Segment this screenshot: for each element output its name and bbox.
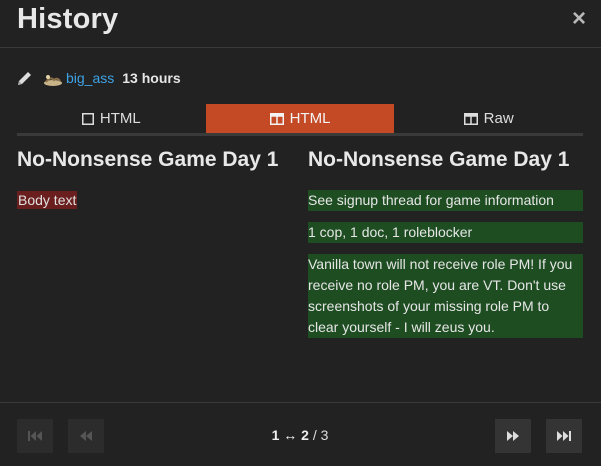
skip-last-icon xyxy=(557,431,571,441)
split-columns-icon xyxy=(269,112,284,125)
split-columns-icon xyxy=(463,112,478,125)
tab-side-by-side-html[interactable]: HTML xyxy=(205,104,395,133)
tab-label: HTML xyxy=(289,110,331,127)
inserted-paragraph: See signup thread for game information xyxy=(308,190,583,211)
skip-first-icon xyxy=(28,431,42,441)
tab-inline-html[interactable]: HTML xyxy=(17,104,206,133)
tab-label: Raw xyxy=(483,110,514,127)
inserted-paragraph: 1 cop, 1 doc, 1 roleblocker xyxy=(308,222,583,243)
dialog-title: History xyxy=(17,3,119,35)
previous-version-pane: No-Nonsense Game Day 1 Body text xyxy=(17,147,292,210)
tab-raw[interactable]: Raw xyxy=(394,104,583,133)
revision-navigation: 1 ↔ 2 / 3 xyxy=(0,402,601,466)
current-title: No-Nonsense Game Day 1 xyxy=(308,148,570,171)
square-icon xyxy=(81,112,94,125)
next-revision-button[interactable] xyxy=(495,419,531,453)
total-revisions: 3 xyxy=(320,427,329,443)
previous-title: No-Nonsense Game Day 1 xyxy=(17,148,279,171)
current-revision: 1 xyxy=(271,427,280,443)
revision-meta: big_ass 13 hours xyxy=(16,66,181,90)
last-revision-button[interactable] xyxy=(546,419,582,453)
current-version-pane: No-Nonsense Game Day 1 See signup thread… xyxy=(308,147,583,349)
rewind-icon xyxy=(80,431,92,441)
deleted-text: Body text xyxy=(17,191,78,209)
target-revision: 2 xyxy=(301,427,309,443)
avatar[interactable] xyxy=(42,68,64,88)
fast-forward-icon xyxy=(507,431,519,441)
view-mode-tabs: HTML HTML Raw xyxy=(17,104,583,136)
tab-label: HTML xyxy=(99,110,141,127)
first-revision-button[interactable] xyxy=(17,419,53,453)
pencil-icon xyxy=(16,69,34,87)
inserted-paragraph: Vanilla town will not receive role PM! I… xyxy=(308,254,583,338)
username-link[interactable]: big_ass xyxy=(66,70,114,86)
previous-revision-button[interactable] xyxy=(68,419,104,453)
close-button[interactable]: × xyxy=(569,6,589,32)
compare-arrow: ↔ xyxy=(283,427,298,443)
dialog-header: History × xyxy=(0,0,601,48)
revision-position: 1 ↔ 2 / 3 xyxy=(271,427,329,443)
revision-age: 13 hours xyxy=(122,70,181,86)
